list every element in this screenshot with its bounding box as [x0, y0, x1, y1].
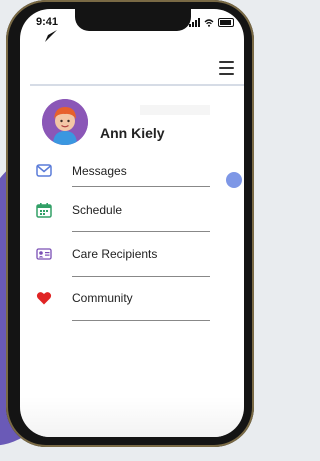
menu-item-messages[interactable]: Messages [36, 163, 216, 185]
menu-item-label: Messages [72, 164, 127, 178]
menu-divider [72, 186, 210, 187]
signal-icon [189, 18, 200, 27]
id-card-icon [36, 248, 52, 260]
status-icons [189, 18, 234, 27]
heart-icon [36, 292, 52, 305]
menu-item-label: Care Recipients [72, 247, 158, 261]
calendar-icon [36, 203, 52, 218]
app-screen: 9:41 Ann Kiely Messages Schedule Care Re… [20, 9, 244, 437]
menu-item-schedule[interactable]: Schedule [36, 202, 216, 224]
menu-item-community[interactable]: Community [36, 290, 216, 312]
name-placeholder [140, 105, 210, 115]
scroll-indicator[interactable] [226, 172, 242, 188]
battery-icon [218, 18, 234, 27]
wifi-icon [204, 18, 214, 27]
status-time: 9:41 [36, 16, 59, 28]
hamburger-menu-icon[interactable] [219, 61, 234, 79]
menu-item-care-recipients[interactable]: Care Recipients [36, 246, 216, 268]
avatar[interactable] [42, 99, 88, 145]
menu-divider [72, 320, 210, 321]
menu-item-label: Schedule [72, 203, 123, 217]
header-divider [30, 84, 244, 86]
menu-divider [72, 231, 210, 232]
phone-frame: 9:41 Ann Kiely Messages Schedule Care Re… [6, 0, 254, 447]
bottom-fade [20, 397, 244, 437]
menu-divider [72, 276, 210, 277]
menu-item-label: Community [72, 291, 133, 305]
avatar-illustration [42, 99, 88, 145]
messages-icon [36, 164, 52, 177]
user-name: Ann Kiely [100, 125, 165, 141]
location-arrow-icon [45, 30, 57, 42]
phone-notch [75, 9, 191, 31]
